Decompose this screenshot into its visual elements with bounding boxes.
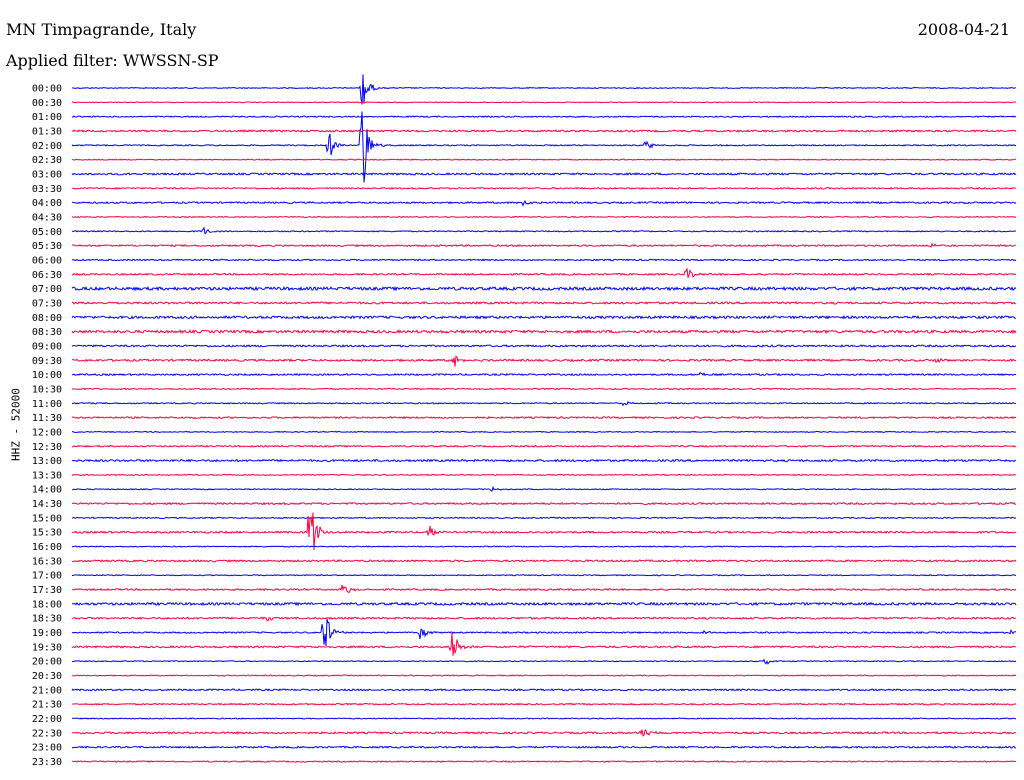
trace-row (71, 430, 1017, 434)
trace-row (71, 111, 1017, 183)
trace-row (71, 242, 1017, 248)
row-time-label: 22:30 (32, 728, 62, 739)
row-time-label: 01:00 (32, 112, 62, 123)
row-time-label: 10:00 (32, 370, 62, 381)
trace-row (71, 717, 1017, 720)
row-time-label: 04:00 (32, 198, 62, 209)
row-time-label: 18:30 (32, 614, 62, 625)
row-time-label: 06:30 (32, 270, 62, 281)
row-time-label: 21:30 (32, 700, 62, 711)
trace-row (71, 760, 1017, 763)
row-time-label: 07:30 (32, 298, 62, 309)
trace-row (71, 688, 1017, 692)
trace-row (71, 584, 1017, 594)
trace-row (71, 186, 1017, 190)
row-time-label: 16:00 (32, 542, 62, 553)
trace-row (71, 371, 1017, 377)
row-time-label: 19:30 (32, 642, 62, 653)
row-time-label: 09:30 (32, 356, 62, 367)
trace-row (71, 745, 1017, 749)
row-time-label: 19:00 (32, 628, 62, 639)
trace-row (71, 258, 1017, 262)
row-time-label: 20:30 (32, 671, 62, 682)
trace-row (71, 729, 1017, 737)
trace-row (71, 172, 1017, 176)
trace-row (71, 616, 1017, 622)
row-time-label: 13:30 (32, 470, 62, 481)
row-time-label: 18:00 (32, 599, 62, 610)
trace-row (71, 702, 1017, 706)
trace-row (71, 415, 1017, 420)
trace-row (71, 559, 1017, 563)
trace-row (71, 101, 1017, 104)
row-time-label: 13:00 (32, 456, 62, 467)
trace-row (71, 301, 1017, 305)
row-time-label: 21:00 (32, 685, 62, 696)
row-time-label: 23:30 (32, 757, 62, 768)
trace-row (71, 501, 1017, 506)
trace-row (71, 601, 1017, 607)
trace-row (71, 215, 1017, 219)
row-time-label: 00:00 (32, 84, 62, 95)
row-time-label: 05:00 (32, 227, 62, 238)
row-time-label: 11:30 (32, 413, 62, 424)
trace-row (71, 129, 1017, 133)
trace-row (71, 444, 1017, 448)
trace-row (71, 268, 1017, 278)
row-time-label: 23:00 (32, 743, 62, 754)
trace-row (71, 618, 1017, 646)
trace-row (71, 329, 1017, 335)
row-time-label: 22:00 (32, 714, 62, 725)
row-time-label: 03:30 (32, 184, 62, 195)
row-time-label: 01:30 (32, 126, 62, 137)
row-time-label: 00:30 (32, 98, 62, 109)
row-time-label: 14:30 (32, 499, 62, 510)
row-time-label: 06:00 (32, 255, 62, 266)
row-time-label: 09:00 (32, 341, 62, 352)
row-time-label: 12:00 (32, 427, 62, 438)
trace-row (71, 658, 1017, 665)
trace-row (71, 632, 1017, 656)
trace-row (71, 387, 1017, 391)
trace-row (71, 344, 1017, 348)
row-time-label: 14:00 (32, 485, 62, 496)
row-time-label: 15:30 (32, 528, 62, 539)
row-time-label: 16:30 (32, 556, 62, 567)
row-time-label: 08:00 (32, 313, 62, 324)
seismogram-plot: 00:00 00:30 01:00 01:30 02:00 02:30 03:00 03:30… (32, 74, 1017, 768)
trace-row (71, 400, 1017, 407)
row-time-label: 15:00 (32, 513, 62, 524)
row-time-label: 17:30 (32, 585, 62, 596)
row-time-label: 12:30 (32, 442, 62, 453)
trace-row (71, 674, 1017, 677)
row-time-label: 10:30 (32, 384, 62, 395)
trace-row (71, 485, 1017, 492)
trace-row (71, 158, 1017, 161)
trace-row (71, 315, 1017, 320)
row-time-label: 02:00 (32, 141, 62, 152)
row-time-label: 04:30 (32, 212, 62, 223)
trace-row (71, 473, 1017, 477)
row-time-label: 02:30 (32, 155, 62, 166)
row-time-label: 08:30 (32, 327, 62, 338)
trace-row (71, 516, 1017, 520)
row-time-label: 07:00 (32, 284, 62, 295)
trace-row (71, 574, 1017, 577)
trace-row (71, 226, 1017, 235)
trace-row (71, 199, 1017, 207)
trace-row (71, 115, 1017, 118)
trace-row (71, 355, 1017, 367)
trace-row (71, 545, 1017, 548)
trace-row (71, 74, 1017, 105)
row-time-label: 03:00 (32, 169, 62, 180)
row-time-label: 11:00 (32, 399, 62, 410)
trace-row (71, 285, 1017, 292)
trace-row (71, 458, 1017, 463)
row-time-label: 20:00 (32, 657, 62, 668)
row-time-label: 17:00 (32, 571, 62, 582)
row-time-label: 05:30 (32, 241, 62, 252)
